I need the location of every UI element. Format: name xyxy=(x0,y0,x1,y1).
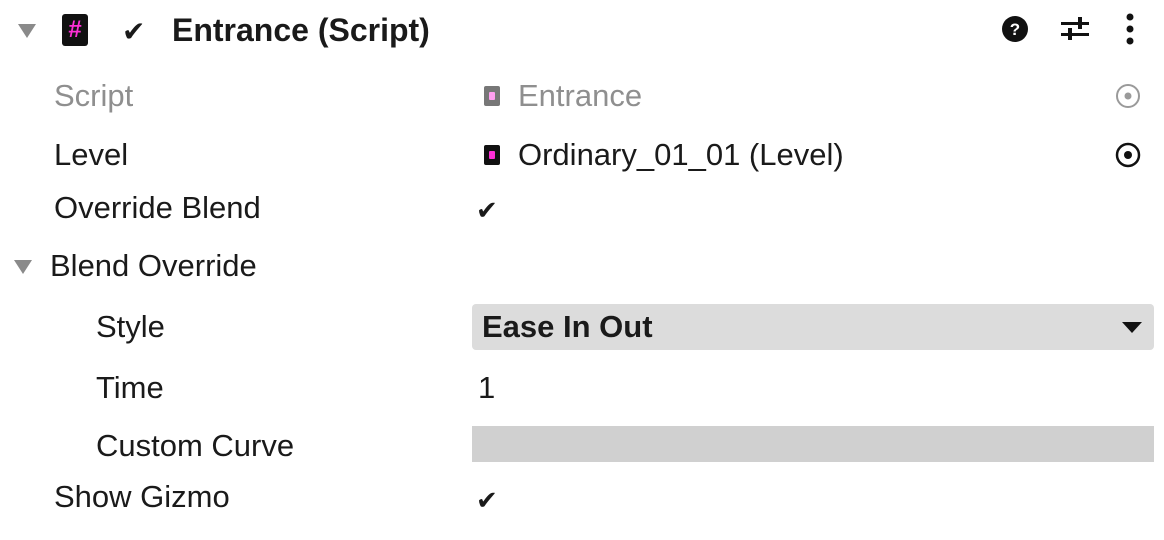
blend-override-label[interactable]: Blend Override xyxy=(50,246,257,286)
script-field-value: Entrance xyxy=(518,78,643,113)
level-field-label: Level xyxy=(54,137,129,172)
component-enabled-checkbox[interactable]: ✔ xyxy=(122,12,145,52)
component-foldout-arrow[interactable] xyxy=(18,24,36,38)
level-asset-icon xyxy=(484,145,500,165)
override-blend-checkbox[interactable]: ✔ xyxy=(476,192,498,228)
blend-override-foldout-arrow[interactable] xyxy=(14,260,32,274)
script-object-picker-icon xyxy=(1114,82,1142,110)
context-menu-icon[interactable] xyxy=(1120,12,1140,46)
override-blend-label: Override Blend xyxy=(54,190,261,225)
style-dropdown-value: Ease In Out xyxy=(482,309,653,344)
help-icon[interactable]: ? xyxy=(1000,14,1030,44)
custom-curve-field[interactable] xyxy=(472,426,1154,462)
style-field-label: Style xyxy=(96,309,165,344)
show-gizmo-label: Show Gizmo xyxy=(54,479,230,514)
level-object-picker-icon[interactable] xyxy=(1114,141,1142,169)
preset-sliders-icon[interactable] xyxy=(1058,14,1092,44)
script-asset-icon xyxy=(484,86,500,106)
custom-curve-label: Custom Curve xyxy=(96,428,295,463)
chevron-down-icon xyxy=(1122,322,1142,333)
level-field-value[interactable]: Ordinary_01_01 (Level) xyxy=(518,135,844,175)
show-gizmo-checkbox[interactable]: ✔ xyxy=(476,482,498,518)
style-dropdown[interactable]: Ease In Out xyxy=(472,304,1154,350)
time-field-value[interactable]: 1 xyxy=(478,368,495,408)
script-field-label: Script xyxy=(54,78,134,113)
svg-text:?: ? xyxy=(1010,20,1020,39)
component-title: Entrance (Script) xyxy=(172,12,430,48)
time-field-label: Time xyxy=(96,370,164,405)
script-component-icon: # xyxy=(62,14,88,46)
